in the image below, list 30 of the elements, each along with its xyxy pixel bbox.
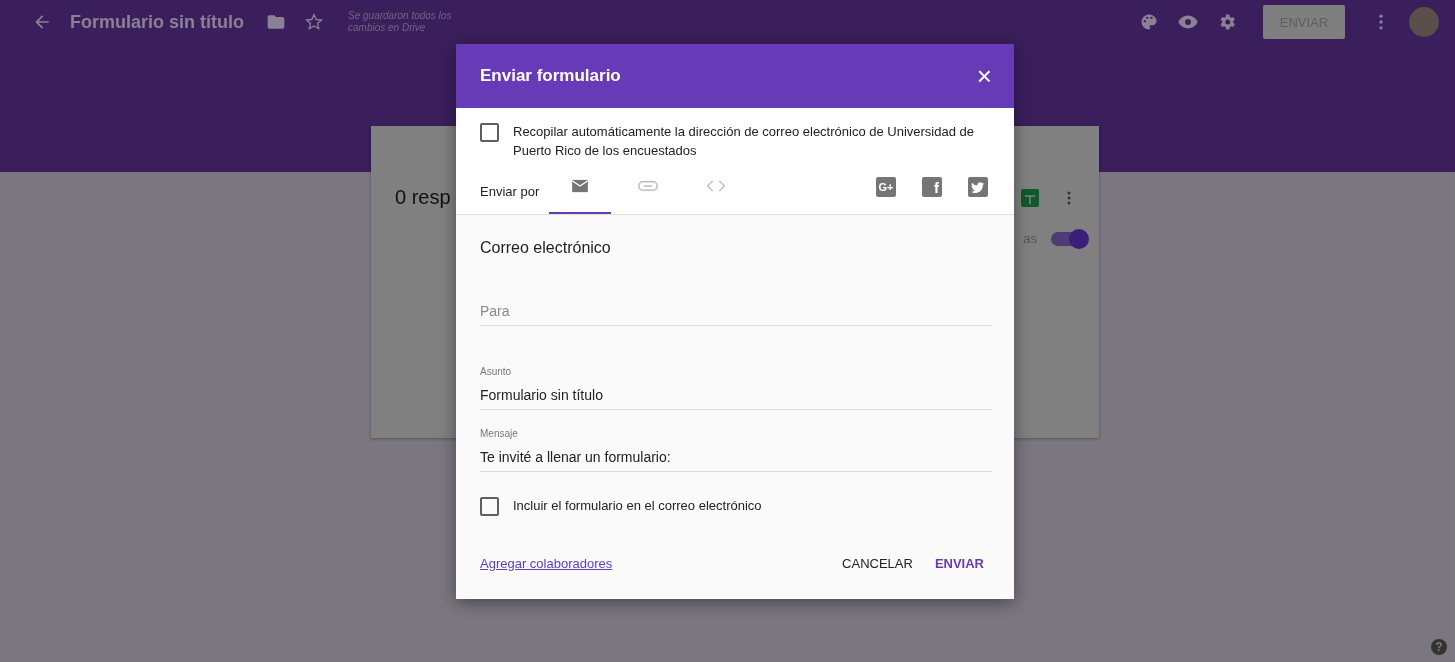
link-icon [638,181,659,191]
palette-icon[interactable] [1139,12,1159,32]
code-icon [706,180,727,192]
close-button[interactable]: × [972,63,996,89]
checkbox-label: Recopilar automáticamente la dirección de correo electrónico de Universidad de Puerto Rico de los encuestados [513,123,976,160]
facebook-share-button[interactable]: f [922,177,942,197]
checkbox[interactable] [480,497,499,516]
checkbox[interactable] [480,123,499,142]
envelope-icon [571,179,590,193]
send-button[interactable]: ENVIAR [926,550,992,577]
dialog-title: Enviar formulario [480,66,622,86]
star-icon[interactable] [304,12,324,32]
folder-icon[interactable] [266,12,286,32]
send-via-label: Enviar por [480,183,540,199]
accepting-toggle[interactable] [1051,231,1087,246]
cancel-button[interactable]: CANCELAR [834,550,921,577]
responses-count: 0 resp [395,186,451,209]
input-field[interactable]: Para [480,299,992,325]
section-title: Correo electrónico [480,239,612,257]
form-title[interactable]: Formulario sin título [70,11,244,33]
google-plus-share-button[interactable]: G+ [876,177,896,197]
input-field[interactable]: Formulario sin título [480,383,992,409]
input-field[interactable]: Te invité a llenar un formulario: [480,445,992,471]
bird-icon[interactable] [968,177,988,197]
field-label: Mensaje [480,428,519,439]
field-label: Asunto [480,366,513,377]
add-collaborators-link[interactable]: Agregar colaboradores [480,556,613,571]
spreadsheet-icon[interactable] [1021,188,1039,207]
save-status: Se guardaron todos los cambios en Drive [348,10,453,34]
checkbox-label: Incluir el formulario en el correo electrónico [513,497,762,515]
